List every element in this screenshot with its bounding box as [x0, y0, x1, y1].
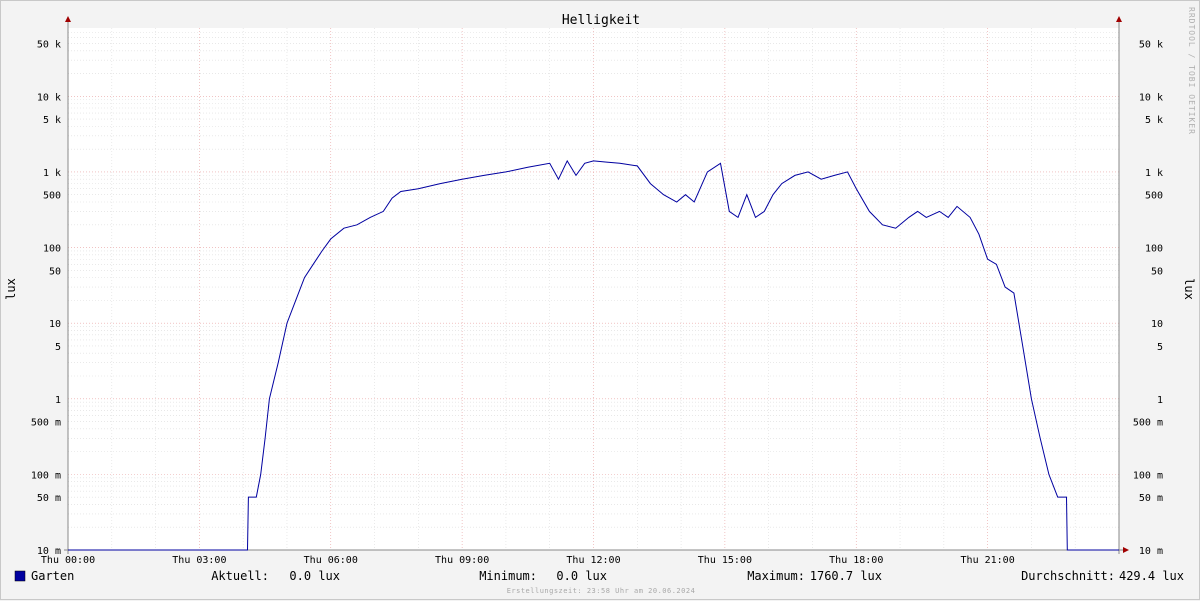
y-tick-label-left: 5 k [43, 115, 61, 126]
x-tick-label: Thu 21:00 [961, 555, 1015, 566]
y-tick-label-left: 1 k [43, 168, 61, 179]
legend-durchschnitt-value: 429.4 lux [1119, 569, 1184, 583]
y-tick-label-right: 50 k [1139, 39, 1163, 50]
chart-title: Helligkeit [562, 13, 640, 28]
y-tick-label-right: 1 k [1145, 168, 1163, 179]
y-tick-label-right: 5 k [1145, 115, 1163, 126]
legend-maximum-value: 1760.7 lux [810, 569, 882, 583]
x-tick-label: Thu 00:00 [41, 555, 95, 566]
y-tick-label-left: 100 [43, 244, 61, 255]
x-tick-label: Thu 09:00 [435, 555, 489, 566]
y-axis-arrow-right [1116, 16, 1122, 22]
chart-canvas: 50 k 10 k 5 k 1 k 500 100 50 10 5 1 500 m 100 m 50 m… [4, 7, 1196, 595]
legend-minimum-label: Minimum: [479, 569, 537, 583]
y-tick-label-left: 100 m [31, 470, 61, 481]
footer-timestamp: Erstellungszeit: 23:58 Uhr am 20.06.2024 [507, 587, 696, 595]
y-tick-label-right: 50 m [1139, 493, 1163, 504]
y-tick-label-right: 50 [1151, 266, 1163, 277]
rrdtool-watermark: RRDTOOL / TOBI OETIKER [1187, 7, 1196, 135]
y-tick-label-left: 50 k [37, 39, 61, 50]
y-axis-label-left: lux [4, 278, 18, 300]
x-axis-arrow [1123, 547, 1129, 553]
legend-maximum-label: Maximum: [747, 569, 805, 583]
y-tick-label-right: 10 m [1139, 546, 1163, 557]
y-tick-label-right: 10 k [1139, 92, 1163, 103]
y-tick-label-right: 5 [1157, 342, 1163, 353]
x-tick-label: Thu 12:00 [566, 555, 620, 566]
y-tick-label-right: 1 [1157, 395, 1163, 406]
y-tick-label-left: 5 [55, 342, 61, 353]
legend-durchschnitt-label: Durchschnitt: [1021, 569, 1115, 583]
y-axis-arrow-left [65, 16, 71, 22]
x-tick-labels: Thu 00:00 Thu 03:00 Thu 06:00 Thu 09:00 Thu … [41, 555, 1015, 566]
y-tick-label-left: 500 [43, 191, 61, 202]
legend-swatch-garten [14, 570, 26, 582]
y-tick-label-left: 500 m [31, 418, 61, 429]
y-tick-label-left: 1 [55, 395, 61, 406]
y-tick-label-left: 10 k [37, 92, 61, 103]
y-tick-label-right: 10 [1151, 319, 1163, 330]
legend-minimum-value: 0.0 lux [556, 569, 607, 583]
y-tick-labels-right: 50 k 10 k 5 k 1 k 500 100 50 10 5 1 500 m 100 m 50 m… [1133, 39, 1163, 557]
y-axis-label-right: lux [1182, 278, 1196, 300]
chart-frame: 50 k 10 k 5 k 1 k 500 100 50 10 5 1 500 m 100 m 50 m… [0, 0, 1200, 600]
legend-series-name: Garten [31, 569, 74, 583]
y-tick-label-right: 500 [1145, 191, 1163, 202]
y-tick-label-left: 50 m [37, 493, 61, 504]
y-tick-label-right: 100 [1145, 244, 1163, 255]
y-tick-label-left: 50 [49, 266, 61, 277]
legend-aktuell-value: 0.0 lux [289, 569, 340, 583]
y-tick-label-right: 100 m [1133, 470, 1163, 481]
legend-aktuell-label: Aktuell: [211, 569, 269, 583]
x-tick-label: Thu 06:00 [304, 555, 358, 566]
x-tick-label: Thu 18:00 [829, 555, 883, 566]
y-tick-label-left: 10 [49, 319, 61, 330]
y-tick-labels-left: 50 k 10 k 5 k 1 k 500 100 50 10 5 1 500 m 100 m 50 m… [31, 39, 61, 557]
x-tick-label: Thu 15:00 [698, 555, 752, 566]
x-tick-label: Thu 03:00 [172, 555, 226, 566]
y-tick-label-right: 500 m [1133, 418, 1163, 429]
